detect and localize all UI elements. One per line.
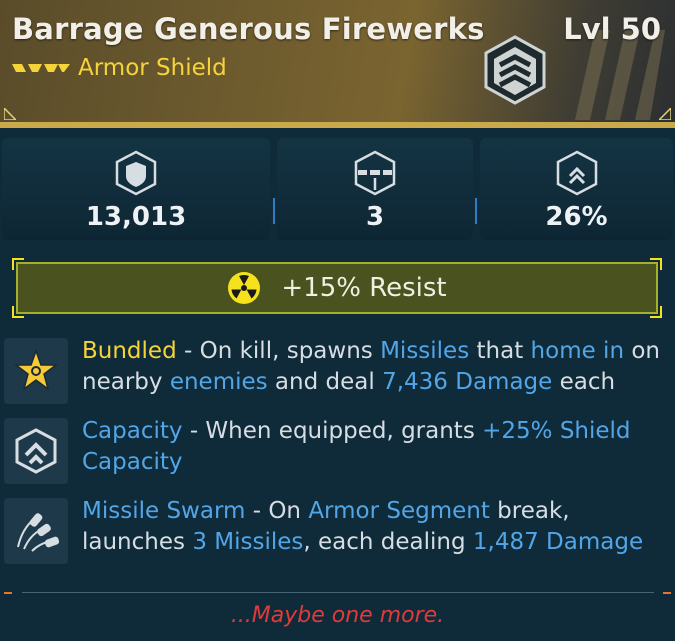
stat-value: 13,013: [85, 202, 187, 232]
armor-segments-icon: [354, 150, 396, 196]
flavor-text: ...Maybe one more.: [230, 603, 445, 628]
perk-highlight-text: Armor Segment: [308, 498, 490, 524]
capacity-shield-icon: [15, 428, 57, 474]
stat-value: 26%: [545, 202, 608, 232]
missile-swarm-icon: [17, 513, 60, 552]
perk-highlight-text: Missile Swarm: [82, 498, 246, 524]
perk-plain-text: and deal: [267, 369, 383, 395]
perk-highlight-text: 1,487 Damage: [472, 529, 644, 555]
perk-icon-box: [4, 498, 68, 564]
perk-plain-text: that: [469, 338, 531, 364]
perk-bundled: Bundled - On kill, spawns Missiles that …: [0, 338, 675, 408]
perk-highlight-text: Capacity: [82, 418, 183, 444]
perk-highlight-text: home in: [530, 338, 625, 364]
item-name: Barrage Generous Firewerks: [12, 12, 485, 46]
radiation-icon: [228, 272, 261, 304]
perk-icon-box: [4, 338, 68, 404]
perk-highlight-text: enemies: [169, 369, 268, 395]
header-accent-line: [0, 122, 675, 128]
perk-highlight-text: Bundled: [82, 338, 177, 364]
recharge-rate-icon: [556, 150, 597, 196]
perk-plain-text: - On: [245, 498, 309, 524]
stat-armor-segments: 3: [277, 138, 473, 240]
footer-accent-dash: [663, 592, 671, 594]
perk-plain-text: - On kill, spawns: [176, 338, 381, 364]
element-resist-bar: +15% Resist: [12, 258, 662, 318]
legendary-chevrons-icon: [12, 64, 70, 72]
corner-decoration-icon: [4, 108, 16, 120]
perk-description: Bundled - On kill, spawns Missiles that …: [82, 336, 674, 398]
item-card-header: Barrage Generous Firewerks Lvl 50 Armor …: [0, 0, 675, 128]
stat-divider: [475, 198, 477, 224]
element-resist-text: +15% Resist: [281, 273, 447, 303]
stats-row: 13,013 3 26%: [0, 138, 675, 240]
perk-plain-text: each: [552, 369, 616, 395]
shield-capacity-icon: [115, 150, 157, 196]
element-content: +15% Resist: [18, 264, 656, 312]
perk-plain-text: - When equipped, grants: [182, 418, 483, 444]
stat-recharge-rate: 26%: [480, 138, 673, 240]
perk-highlight-text: Missiles: [380, 338, 470, 364]
item-type-row: Armor Shield: [12, 55, 227, 81]
corner-decoration-icon: [659, 108, 671, 120]
stat-shield-capacity: 13,013: [2, 138, 270, 240]
perk-missile-swarm: Missile Swarm - On Armor Segment break, …: [0, 498, 675, 568]
perk-icon-box: [4, 418, 68, 484]
bundled-star-icon: [13, 348, 59, 391]
footer-accent-dash: [4, 592, 12, 594]
stat-value: 3: [365, 202, 385, 232]
armor-shield-badge-icon: [484, 35, 546, 105]
perk-capacity: Capacity - When equipped, grants +25% Sh…: [0, 418, 675, 488]
perk-highlight-text: 3 Missiles: [192, 529, 304, 555]
item-level: Lvl 50: [563, 12, 661, 46]
item-type: Armor Shield: [78, 55, 227, 81]
stat-divider: [273, 198, 275, 224]
perk-description: Capacity - When equipped, grants +25% Sh…: [82, 416, 674, 478]
perk-highlight-text: 7,436 Damage: [382, 369, 553, 395]
perk-description: Missile Swarm - On Armor Segment break, …: [82, 496, 674, 558]
footer-divider: [22, 592, 654, 593]
perk-plain-text: , each dealing: [303, 529, 473, 555]
